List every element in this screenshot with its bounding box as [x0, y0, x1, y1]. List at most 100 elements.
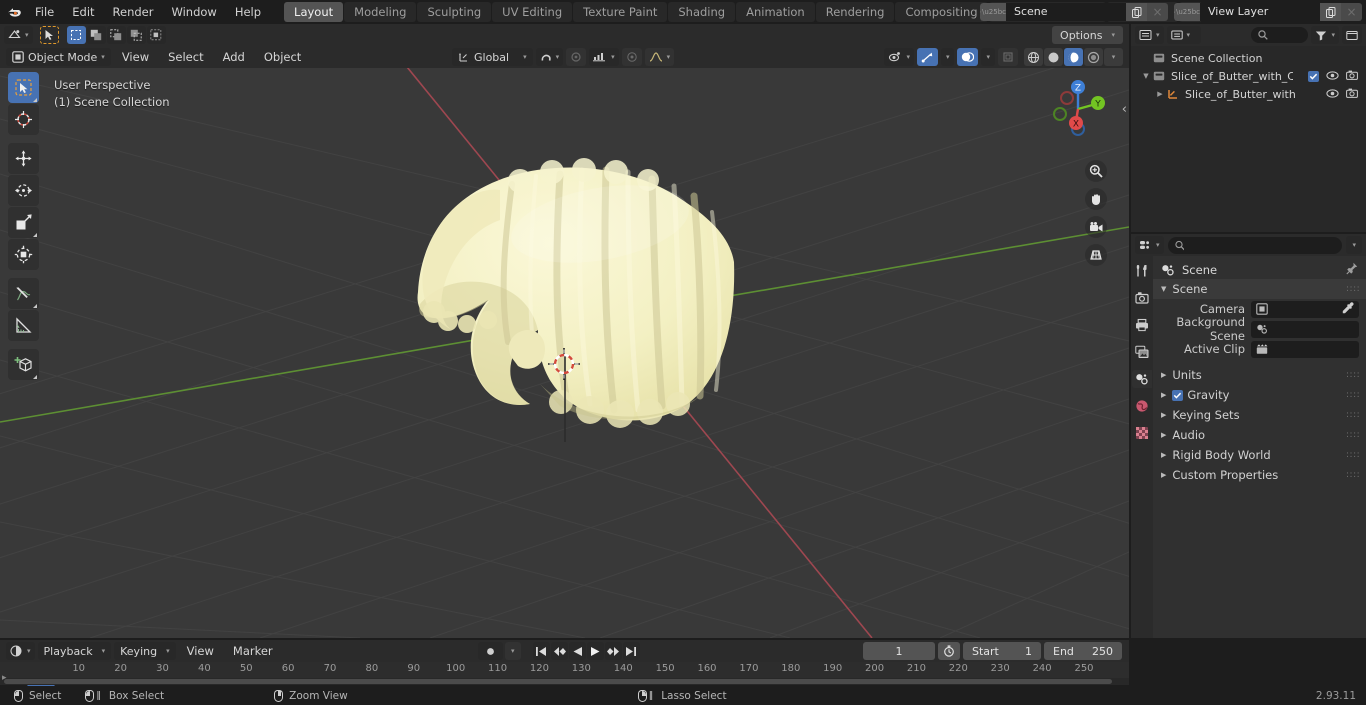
tool-tab[interactable]: [1132, 262, 1152, 280]
outliner-editor[interactable]: ▾ ▾ ▾ Scene Collection ▼ Slice_of_Butter…: [1131, 24, 1366, 232]
auto-keying-toggle[interactable]: [478, 642, 503, 660]
transform-tool[interactable]: [8, 239, 39, 270]
scale-tool[interactable]: [8, 207, 39, 238]
outliner-row-scene-collection[interactable]: Scene Collection: [1131, 49, 1366, 67]
new-view-layer-button[interactable]: [1320, 3, 1341, 21]
panel-drag-handle[interactable]: ::::: [1346, 410, 1360, 419]
menu-window[interactable]: Window: [162, 3, 225, 22]
tab-compositing[interactable]: Compositing: [895, 2, 988, 22]
panel-header-scene[interactable]: ▼ Scene ::::: [1153, 279, 1366, 299]
tab-texture-paint[interactable]: Texture Paint: [573, 2, 668, 22]
material-preview-icon[interactable]: [1064, 48, 1083, 66]
panel-drag-handle[interactable]: ::::: [1346, 470, 1360, 479]
use-preview-range-toggle[interactable]: [938, 642, 960, 660]
proportional-editing-toggle[interactable]: [566, 48, 587, 66]
solid-shading-icon[interactable]: [1044, 48, 1063, 66]
tab-layout[interactable]: Layout: [284, 2, 344, 22]
toggle-perspective-icon[interactable]: [1085, 244, 1107, 266]
mode-selector[interactable]: Object Mode ▾: [6, 48, 111, 66]
timeline-editor-type-selector[interactable]: ▾: [6, 642, 35, 660]
falloff-curve-selector[interactable]: ▾: [644, 48, 675, 66]
3d-viewport[interactable]: ▾ Object Mode ▾ View Select Add Object G…: [0, 24, 1129, 638]
texture-tab[interactable]: [1132, 424, 1152, 442]
outliner-search-input[interactable]: [1250, 27, 1309, 43]
play-reverse-icon[interactable]: [568, 642, 586, 660]
select-intersect-icon[interactable]: [146, 26, 166, 44]
cursor-tool[interactable]: [8, 104, 39, 135]
hide-in-viewport-icon[interactable]: [1326, 88, 1339, 101]
tab-uv-editing[interactable]: UV Editing: [492, 2, 573, 22]
output-tab[interactable]: [1132, 316, 1152, 334]
tab-rendering[interactable]: Rendering: [815, 2, 895, 22]
wireframe-shading-icon[interactable]: [1024, 48, 1043, 66]
menu-render[interactable]: Render: [104, 3, 163, 22]
active-clip-field[interactable]: [1251, 340, 1359, 358]
properties-editor[interactable]: ▾ ▾ Scene ▼ Scene:::: Camera Background…: [1131, 234, 1366, 638]
visibility-selector[interactable]: ▾: [884, 48, 914, 66]
auto-keying-settings[interactable]: ▾: [505, 642, 521, 660]
move-tool[interactable]: [8, 143, 39, 174]
properties-editor-type-selector[interactable]: ▾: [1135, 236, 1164, 254]
disable-in-renders-icon[interactable]: [1346, 70, 1358, 83]
show-gizmo-toggle[interactable]: [916, 48, 938, 66]
timeline-menu-playback[interactable]: Playback ▾: [37, 642, 112, 660]
tweak-tool[interactable]: [8, 72, 39, 103]
start-frame-field[interactable]: Start 1: [963, 642, 1041, 660]
viewport-canvas[interactable]: [0, 24, 1129, 638]
panel-header-keying-sets[interactable]: ▶ Keying Sets ::::: [1153, 405, 1366, 425]
select-subtract-icon[interactable]: [106, 26, 126, 44]
pan-hand-icon[interactable]: [1085, 188, 1107, 210]
outliner-new-collection-button[interactable]: [1342, 26, 1362, 44]
outliner-filter-button[interactable]: ▾: [1311, 26, 1339, 44]
measure-tool[interactable]: [8, 310, 39, 341]
add-cube-tool[interactable]: [8, 349, 39, 380]
panel-header-gravity[interactable]: ▶ Gravity ::::: [1153, 385, 1366, 405]
render-tab[interactable]: [1132, 289, 1152, 307]
snapping-settings[interactable]: ▾: [589, 48, 619, 66]
outliner-editor-type-selector[interactable]: ▾: [1135, 26, 1164, 44]
tab-shading[interactable]: Shading: [668, 2, 736, 22]
blender-logo-icon[interactable]: [0, 0, 26, 24]
jump-to-start-icon[interactable]: [532, 642, 550, 660]
scene-tab[interactable]: [1132, 370, 1152, 388]
camera-field[interactable]: [1251, 300, 1359, 318]
view-layer-name-field[interactable]: View Layer: [1200, 3, 1320, 21]
timeline-menu-view[interactable]: View: [179, 642, 222, 660]
outliner-row-collection-butter[interactable]: ▼ Slice_of_Butter_with_Curl_00:: [1131, 67, 1366, 85]
tweak-select-mode-icon[interactable]: [39, 26, 59, 44]
collection-checkbox[interactable]: [1308, 70, 1319, 82]
disclosure-triangle-open[interactable]: ▼: [1141, 72, 1151, 80]
timeline-scrollbar[interactable]: [0, 678, 1129, 685]
shading-settings-dropdown[interactable]: ▾: [1104, 48, 1123, 66]
annotate-tool[interactable]: [8, 278, 39, 309]
transform-orientation-selector[interactable]: Global ▾: [452, 48, 533, 66]
eyedropper-icon[interactable]: [1342, 301, 1354, 317]
select-invert-icon[interactable]: [126, 26, 146, 44]
viewport-menu-select[interactable]: Select: [160, 48, 211, 66]
view-layer-tab[interactable]: [1132, 343, 1152, 361]
hide-in-viewport-icon[interactable]: [1326, 70, 1339, 83]
timeline-ruler[interactable]: 10 20 30 40 50 60 70 80 90 100 110 120 130 140 150 160 1…: [0, 662, 1129, 700]
panel-header-units[interactable]: ▶ Units ::::: [1153, 365, 1366, 385]
scene-name-field[interactable]: Scene: [1006, 3, 1126, 21]
menu-help[interactable]: Help: [226, 3, 270, 22]
viewport-menu-add[interactable]: Add: [215, 48, 253, 66]
timeline-editor[interactable]: ▾ Playback ▾ Keying ▾ View Marker ▾ 1 St…: [0, 640, 1129, 700]
tab-animation[interactable]: Animation: [736, 2, 815, 22]
timeline-menu-keying[interactable]: Keying ▾: [114, 642, 176, 660]
jump-to-end-icon[interactable]: [622, 642, 640, 660]
jump-to-prev-keyframe-icon[interactable]: [550, 642, 568, 660]
gizmo-settings-dropdown[interactable]: ▾: [940, 48, 955, 66]
unlink-scene-button[interactable]: ×: [1147, 3, 1168, 21]
camera-view-icon[interactable]: [1085, 216, 1107, 238]
options-button[interactable]: Options ▾: [1052, 26, 1123, 44]
end-frame-field[interactable]: End 250: [1044, 642, 1122, 660]
snap-toggle[interactable]: ▾: [535, 48, 564, 66]
sidebar-collapse-icon[interactable]: ‹: [1122, 102, 1127, 117]
timeline-menu-marker[interactable]: Marker: [225, 642, 281, 660]
new-scene-button[interactable]: [1126, 3, 1147, 21]
play-icon[interactable]: [586, 642, 604, 660]
jump-to-next-keyframe-icon[interactable]: [604, 642, 622, 660]
rotate-tool[interactable]: [8, 175, 39, 206]
disable-in-renders-icon[interactable]: [1346, 88, 1358, 101]
